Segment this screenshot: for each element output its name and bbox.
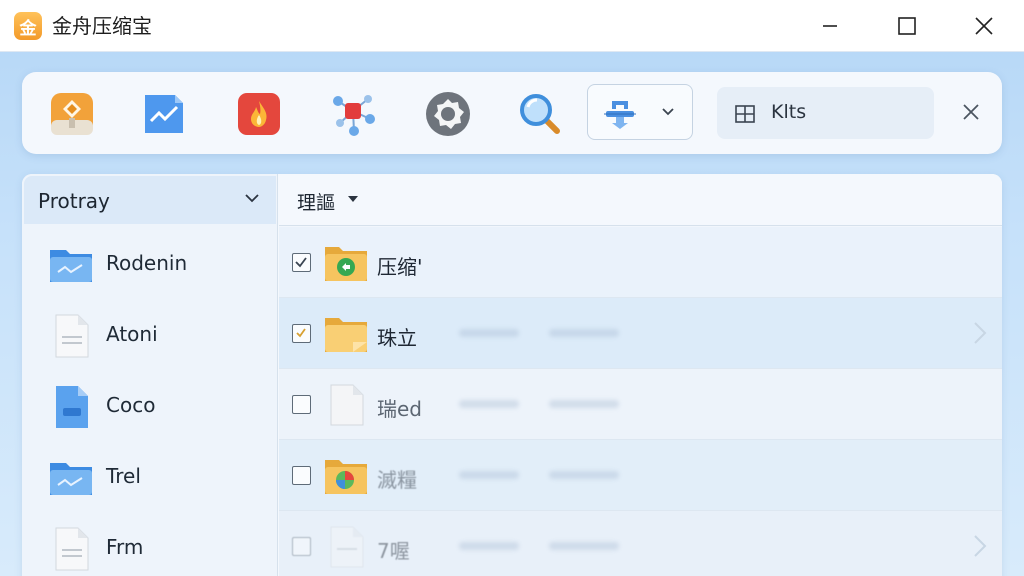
row-checkbox[interactable] bbox=[292, 253, 311, 272]
blurred-meta bbox=[549, 471, 619, 479]
sidebar-item-trel[interactable]: Trel bbox=[22, 441, 278, 511]
extract-dropdown[interactable] bbox=[587, 84, 693, 140]
network-tool-button[interactable] bbox=[327, 88, 379, 140]
blurred-meta bbox=[459, 329, 519, 337]
minimize-button[interactable] bbox=[798, 0, 862, 52]
network-icon bbox=[333, 95, 375, 136]
sidebar-item-atoni[interactable]: Atoni bbox=[22, 299, 278, 369]
document-icon bbox=[330, 384, 364, 426]
document-icon bbox=[330, 526, 364, 568]
file-name: 压缩' bbox=[377, 255, 423, 279]
green-folder-icon bbox=[325, 247, 367, 281]
settings-tool-button[interactable] bbox=[422, 88, 474, 140]
sidebar-item-label: Atoni bbox=[106, 322, 158, 346]
table-row[interactable]: 7喔 bbox=[279, 511, 1002, 576]
search-tool-button[interactable] bbox=[514, 88, 566, 140]
grid-icon bbox=[735, 105, 755, 123]
chart-icon bbox=[145, 95, 183, 133]
chart-tool-button[interactable] bbox=[138, 88, 190, 140]
blurred-meta bbox=[549, 400, 619, 408]
sidebar-dropdown[interactable]: Protray bbox=[24, 176, 276, 224]
row-checkbox[interactable] bbox=[292, 466, 311, 485]
file-name: 珠立 bbox=[377, 326, 417, 350]
file-name: 滅糧 bbox=[377, 468, 417, 492]
chevron-right-icon[interactable] bbox=[972, 320, 988, 346]
colorful-folder-icon bbox=[325, 460, 367, 494]
row-checkbox[interactable] bbox=[292, 395, 311, 414]
table-row[interactable]: 珠立 bbox=[279, 298, 1002, 369]
close-window-button[interactable] bbox=[952, 0, 1016, 52]
package-icon bbox=[51, 93, 93, 135]
folder-icon bbox=[325, 318, 367, 352]
flame-icon bbox=[238, 93, 280, 135]
blurred-meta bbox=[459, 471, 519, 479]
window-title: 金舟压缩宝 bbox=[52, 14, 152, 38]
extract-icon bbox=[604, 101, 636, 129]
minimize-icon bbox=[823, 25, 837, 27]
title-bar: 金 金舟压缩宝 bbox=[0, 0, 1024, 52]
file-list: 理謳 压缩' 珠立 瑞ed 滅糧 7喔 bbox=[279, 174, 1002, 576]
sidebar-item-rodenin[interactable]: Rodenin bbox=[22, 228, 278, 298]
sidebar-item-frm[interactable]: Frm bbox=[22, 512, 278, 576]
search-box[interactable]: Klts bbox=[717, 87, 934, 139]
gear-icon bbox=[426, 92, 470, 136]
blurred-meta bbox=[549, 542, 619, 550]
blue-document-icon bbox=[56, 386, 88, 428]
toolbar: Klts bbox=[22, 72, 1002, 154]
chevron-down-icon bbox=[245, 194, 259, 203]
app-logo: 金 bbox=[14, 12, 42, 40]
package-tool-button[interactable] bbox=[46, 88, 98, 140]
table-row[interactable]: 滅糧 bbox=[279, 440, 1002, 511]
row-checkbox[interactable] bbox=[292, 324, 311, 343]
table-row[interactable]: 瑞ed bbox=[279, 369, 1002, 440]
caret-down-icon bbox=[348, 196, 358, 202]
sidebar: Protray Rodenin Atoni Coco Trel Frm bbox=[22, 174, 278, 576]
close-icon bbox=[975, 17, 993, 35]
document-icon bbox=[55, 314, 89, 358]
file-name: 7喔 bbox=[377, 539, 410, 563]
clear-search-button[interactable] bbox=[957, 98, 985, 126]
chevron-right-icon[interactable] bbox=[972, 533, 988, 559]
sidebar-item-label: Rodenin bbox=[106, 251, 188, 275]
checkmark-icon bbox=[296, 328, 306, 338]
maximize-icon bbox=[898, 17, 916, 35]
search-input-value[interactable]: Klts bbox=[771, 101, 806, 123]
sidebar-item-label: Frm bbox=[106, 535, 144, 559]
blurred-meta bbox=[549, 329, 619, 337]
sidebar-item-coco[interactable]: Coco bbox=[22, 370, 278, 440]
blurred-meta bbox=[459, 400, 519, 408]
row-checkbox[interactable] bbox=[292, 537, 311, 556]
flame-tool-button[interactable] bbox=[233, 88, 285, 140]
table-row[interactable]: 压缩' bbox=[279, 227, 1002, 298]
main-panel: Protray Rodenin Atoni Coco Trel Frm 理謳 压… bbox=[22, 174, 1002, 576]
sidebar-item-label: Trel bbox=[106, 464, 141, 488]
chevron-down-icon bbox=[662, 108, 674, 116]
sidebar-item-label: Coco bbox=[106, 393, 156, 417]
folder-icon bbox=[50, 463, 92, 495]
file-list-header[interactable]: 理謳 bbox=[279, 174, 1002, 226]
close-icon bbox=[963, 104, 979, 120]
file-name: 瑞ed bbox=[377, 397, 422, 421]
sort-column-label: 理謳 bbox=[297, 192, 336, 214]
maximize-button[interactable] bbox=[875, 0, 939, 52]
sidebar-header-label: Protray bbox=[38, 189, 110, 213]
document-icon bbox=[55, 527, 89, 571]
blurred-meta bbox=[459, 542, 519, 550]
search-magnifier-icon bbox=[520, 94, 560, 134]
folder-icon bbox=[50, 250, 92, 282]
checkmark-icon bbox=[295, 257, 307, 268]
